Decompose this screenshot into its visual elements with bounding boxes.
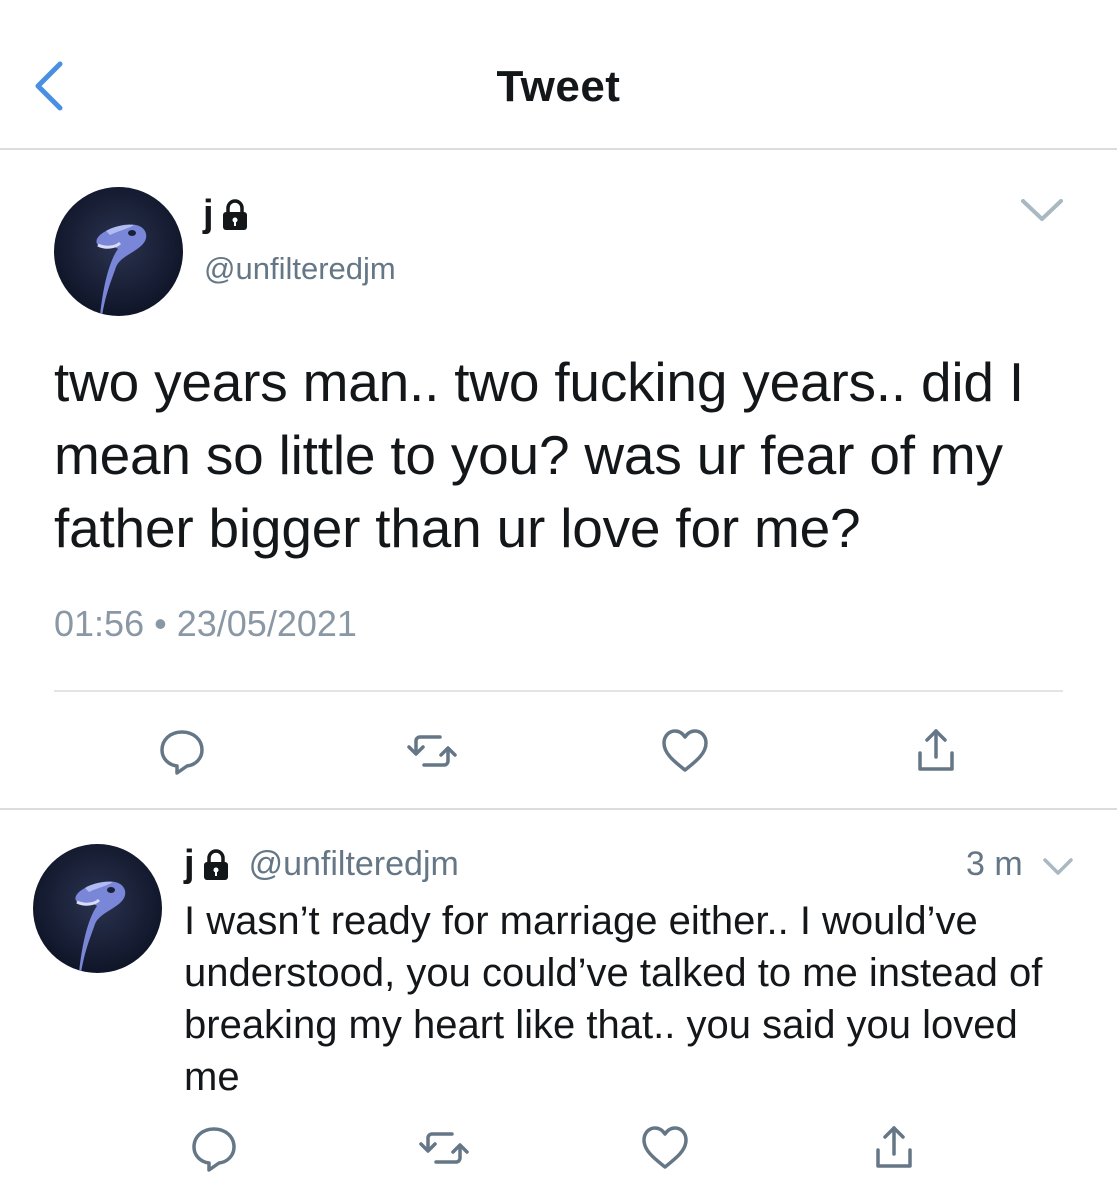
- reply-header: j @unfilteredjm: [184, 843, 459, 886]
- reply-button[interactable]: [154, 723, 210, 779]
- share-icon: [876, 1126, 912, 1168]
- share-icon: [918, 729, 954, 771]
- user-handle[interactable]: @unfilteredjm: [204, 251, 396, 287]
- user-handle[interactable]: @unfilteredjm: [249, 845, 459, 884]
- lock-icon: [203, 848, 228, 880]
- chevron-down-icon: [1021, 199, 1063, 221]
- tweet-time[interactable]: 3 m: [966, 845, 1023, 884]
- retweet-button[interactable]: [404, 723, 460, 779]
- display-name-text: j: [184, 843, 195, 885]
- display-name[interactable]: j: [203, 193, 252, 236]
- retweet-icon: [407, 735, 457, 767]
- tweet-date: 23/05/2021: [176, 603, 357, 644]
- share-button[interactable]: [866, 1120, 922, 1176]
- tweet-time: 01:56: [54, 603, 145, 644]
- heart-icon: [642, 1126, 688, 1169]
- avatar-image: [54, 187, 183, 316]
- display-name[interactable]: j: [184, 843, 233, 886]
- reply-icon: [192, 1127, 236, 1172]
- reply-button[interactable]: [186, 1120, 242, 1176]
- display-name-text: j: [203, 193, 214, 235]
- share-button[interactable]: [908, 723, 964, 779]
- divider: [54, 690, 1063, 692]
- chevron-down-icon: [1043, 858, 1073, 875]
- more-options-button[interactable]: [1017, 193, 1067, 227]
- retweet-icon: [419, 1132, 469, 1164]
- reply-icon: [160, 730, 204, 775]
- avatar[interactable]: [33, 844, 162, 973]
- tweet-timestamp[interactable]: 01:56 • 23/05/2021: [54, 603, 357, 645]
- avatar[interactable]: [54, 187, 183, 316]
- like-button[interactable]: [637, 1120, 693, 1176]
- lock-icon: [222, 198, 247, 230]
- heart-icon: [662, 729, 708, 772]
- page-title: Tweet: [496, 62, 621, 111]
- tweet-text: two years man.. two fucking years.. did …: [54, 351, 1024, 559]
- more-options-button[interactable]: [1040, 854, 1076, 880]
- retweet-button[interactable]: [416, 1120, 472, 1176]
- avatar-image: [33, 844, 162, 973]
- like-button[interactable]: [657, 723, 713, 779]
- tweet-text: I wasn’t ready for marriage either.. I w…: [184, 899, 1043, 1099]
- meta-separator: •: [154, 603, 167, 644]
- divider: [0, 808, 1117, 810]
